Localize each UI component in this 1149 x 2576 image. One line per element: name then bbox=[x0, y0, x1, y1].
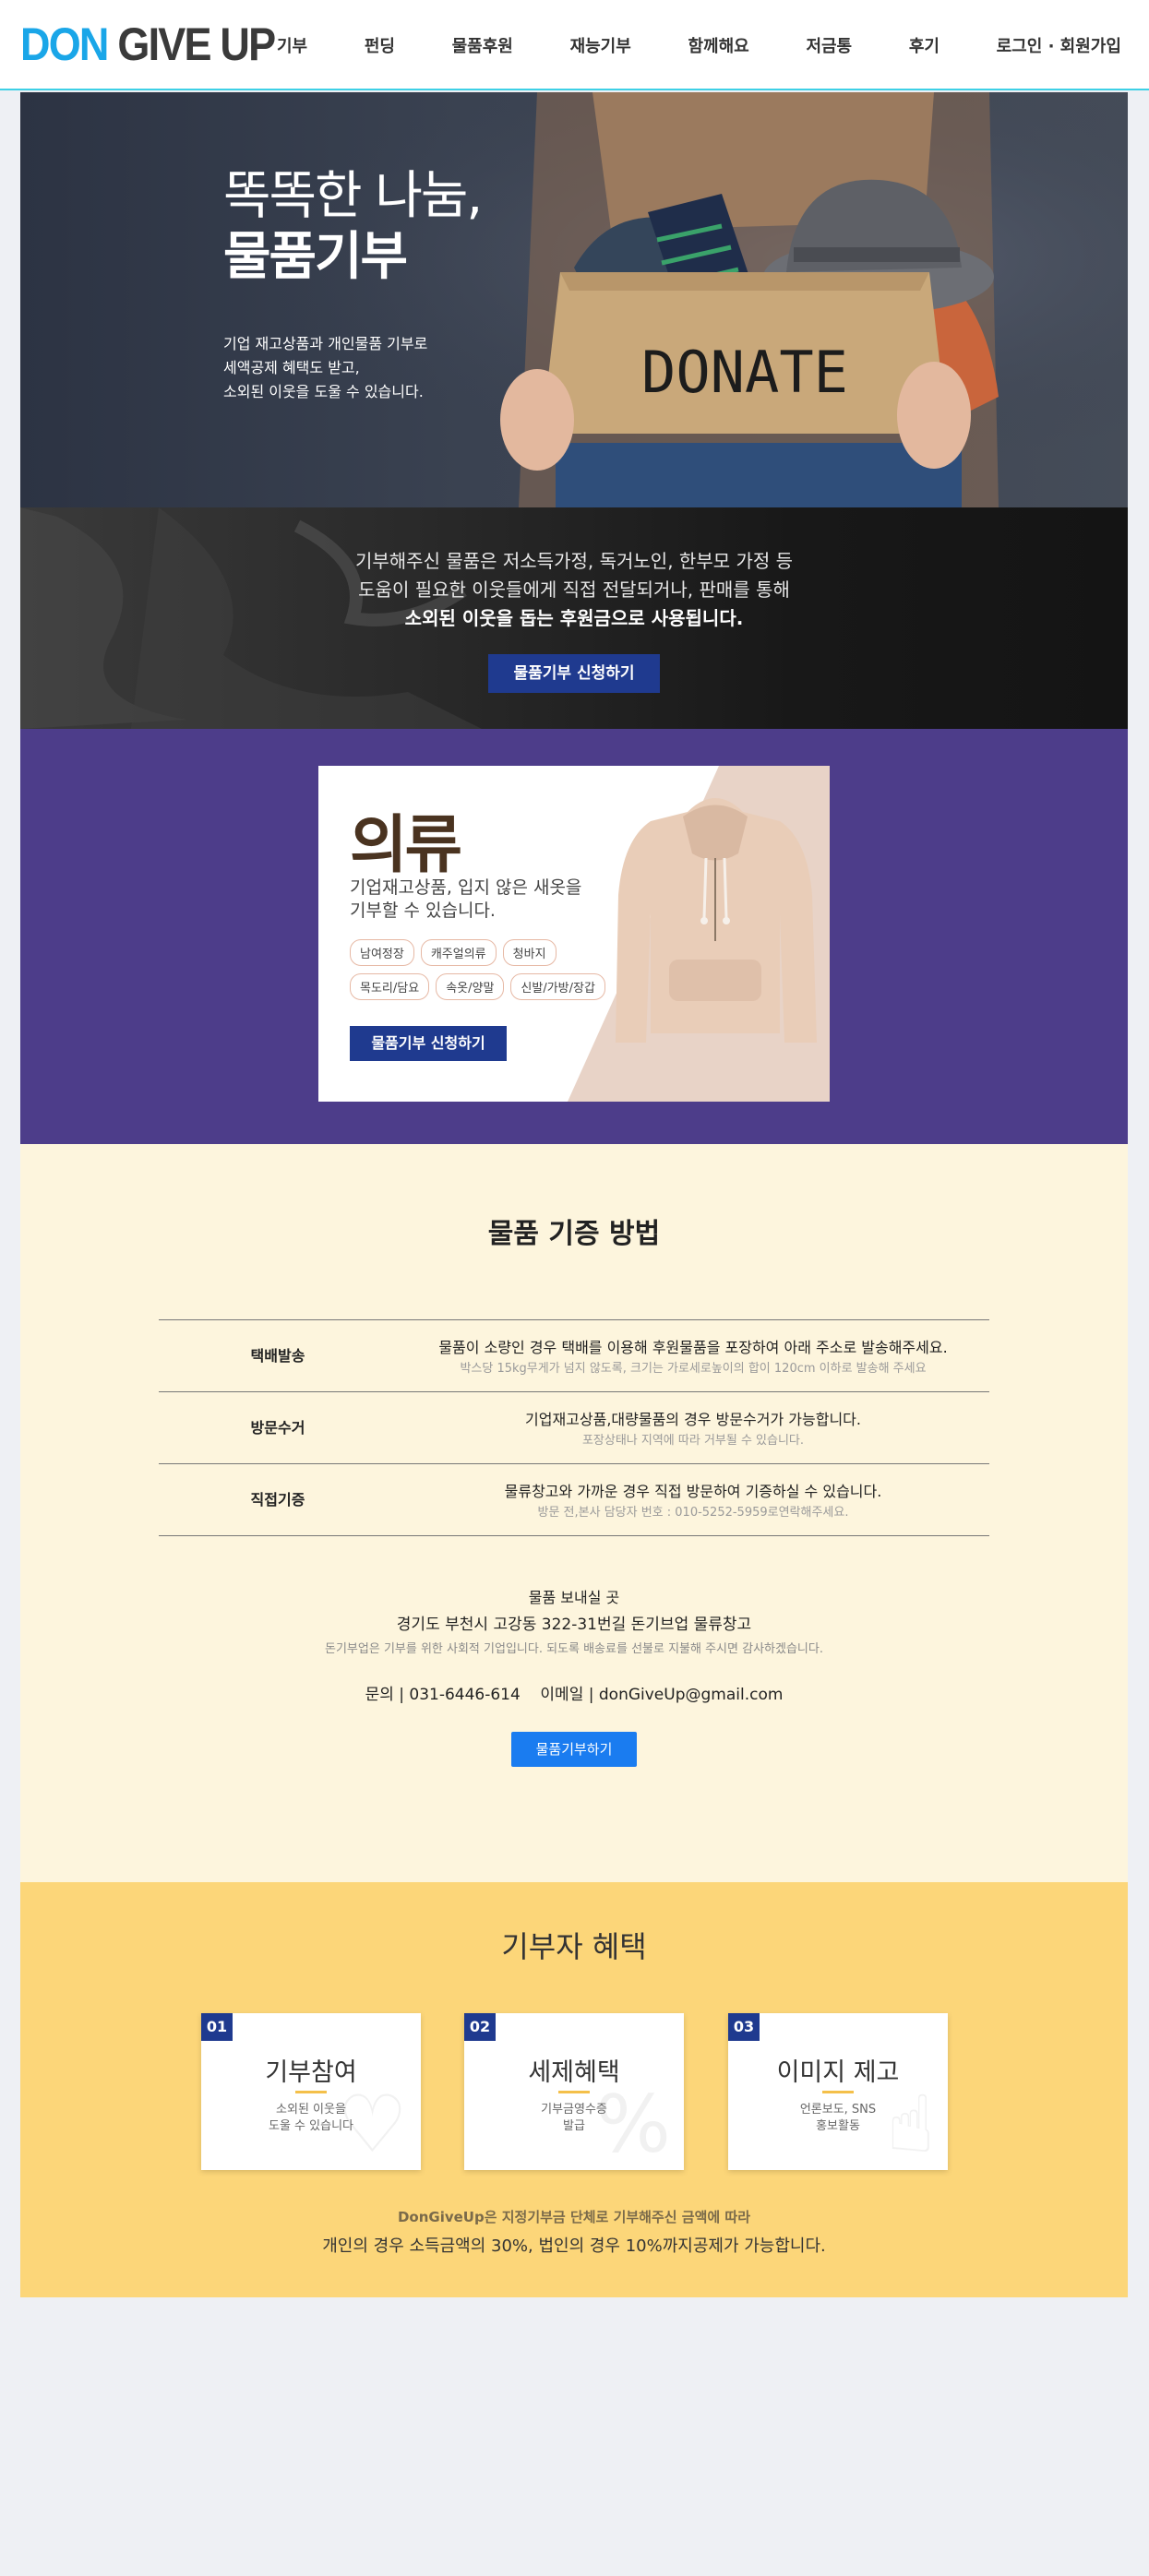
tag-scarf-blanket: 목도리/담요 bbox=[350, 973, 430, 1000]
benefit-underline bbox=[558, 2091, 590, 2093]
clothing-desc-line2: 기부할 수 있습니다. bbox=[350, 900, 496, 921]
hero-title-line2: 물품기부 bbox=[223, 227, 408, 287]
tag-suits: 남여정장 bbox=[350, 939, 414, 966]
benefit-card-tax: % 02 세제혜택 기부금영수증 발급 bbox=[464, 2013, 684, 2170]
benefit-underline bbox=[822, 2091, 854, 2093]
benefit-desc-line2: 홍보활동 bbox=[816, 2119, 860, 2133]
intro-section: 기부해주신 물품은 저소득가정, 독거노인, 한부모 가정 등 도움이 필요한 … bbox=[20, 507, 1128, 729]
address-title: 물품 보내실 곳 bbox=[528, 1589, 620, 1606]
hero-desc-line2: 세액공제 혜택도 받고, bbox=[223, 359, 360, 376]
nav-item-login[interactable]: 로그인 · 회원가입 bbox=[997, 33, 1121, 57]
nav-item-reviews[interactable]: 후기 bbox=[909, 33, 940, 57]
benefit-description: 소외된 이웃을 도울 수 있습니다 bbox=[201, 2102, 421, 2135]
method-sub-text: 박스당 15kg무게가 넘지 않도록, 크기는 가로세로높이의 합이 120cm… bbox=[460, 1362, 927, 1376]
benefit-card-image: ☝ 03 이미지 제고 언론보도, SNS 홍보활동 bbox=[728, 2013, 948, 2170]
method-label: 택배발송 bbox=[250, 1347, 305, 1365]
benefit-number: 01 bbox=[201, 2013, 233, 2041]
clothing-apply-button[interactable]: 물품기부 신청하기 bbox=[350, 1026, 507, 1061]
clothing-desc-line1: 기업재고상품, 입지 않은 새옷을 bbox=[350, 877, 582, 898]
benefit-title: 세제혜택 bbox=[528, 2058, 620, 2087]
clothing-description: 기업재고상품, 입지 않은 새옷을 기부할 수 있습니다. bbox=[350, 877, 599, 923]
donation-method-section: 물품 기증 방법 택배발송 물품이 소량인 경우 택배를 이용해 후원물품을 포… bbox=[20, 1144, 1128, 1882]
nav-item-funding[interactable]: 펀딩 bbox=[365, 33, 395, 57]
method-main-text: 물류창고와 가까운 경우 직접 방문하여 기증하실 수 있습니다. bbox=[504, 1483, 882, 1500]
intro-apply-button[interactable]: 물품기부 신청하기 bbox=[488, 654, 660, 693]
intro-text-line3: 소외된 이웃을 돕는 후원금으로 사용됩니다. bbox=[404, 607, 744, 629]
box-donate-text: DONATE bbox=[641, 339, 848, 406]
intro-text-line2: 도움이 필요한 이웃들에게 직접 전달되거나, 판매를 통해 bbox=[358, 578, 790, 601]
method-row-pickup: 방문수거 기업재고상품,대량물품의 경우 방문수거가 가능합니다. 포장상태나 … bbox=[159, 1392, 989, 1464]
hero-title: 똑똑한 나눔, 물품기부 bbox=[223, 166, 483, 288]
benefit-footer-line1: DonGiveUp은 지정기부금 단체로 기부해주신 금액에 따라 bbox=[397, 2209, 751, 2225]
logo-text-giveup: GIVE UP bbox=[117, 18, 276, 70]
hero-desc-line3: 소외된 이웃을 도울 수 있습니다. bbox=[223, 383, 424, 400]
benefit-desc-line1: 언론보도, SNS bbox=[799, 2103, 877, 2117]
benefit-card-participation: ♡ 01 기부참여 소외된 이웃을 도울 수 있습니다 bbox=[201, 2013, 421, 2170]
method-table: 택배발송 물품이 소량인 경우 택배를 이용해 후원물품을 포장하여 아래 주소… bbox=[159, 1319, 989, 1536]
main-nav: 기부 펀딩 물품후원 재능기부 함께해요 저금통 후기 로그인 · 회원가입 bbox=[277, 0, 1121, 90]
benefits-section: 기부자 혜택 ♡ 01 기부참여 소외된 이웃을 도울 수 있습니다 % 02 … bbox=[20, 1882, 1128, 2297]
method-label: 직접기증 bbox=[250, 1491, 305, 1509]
tag-jeans: 청바지 bbox=[502, 939, 557, 966]
benefit-underline bbox=[295, 2091, 327, 2093]
tag-underwear-socks: 속옷/양말 bbox=[436, 973, 505, 1000]
clothing-title: 의류 bbox=[350, 809, 462, 882]
tag-casual: 캐주얼의류 bbox=[420, 939, 497, 966]
nav-item-piggybank[interactable]: 저금통 bbox=[806, 33, 852, 57]
benefit-desc-line2: 발급 bbox=[563, 2119, 585, 2133]
method-label: 방문수거 bbox=[250, 1419, 305, 1437]
benefit-description: 기부금영수증 발급 bbox=[464, 2102, 684, 2135]
nav-item-donate[interactable]: 기부 bbox=[277, 33, 307, 57]
method-sub-text: 포장상태나 지역에 따라 거부될 수 있습니다. bbox=[581, 1434, 805, 1448]
contact-info: 문의 | 031-6446-614 이메일 | donGiveUp@gmail.… bbox=[365, 1686, 784, 1704]
site-logo[interactable]: DON GIVE UP bbox=[20, 18, 276, 70]
hero-description: 기업 재고상품과 개인물품 기부로 세액공제 혜택도 받고, 소외된 이웃을 도… bbox=[223, 332, 519, 404]
method-main-text: 물품이 소량인 경우 택배를 이용해 후원물품을 포장하여 아래 주소로 발송해… bbox=[438, 1339, 948, 1356]
address-text: 경기도 부천시 고강동 322-31번길 돈기브업 물류창고 bbox=[396, 1616, 752, 1634]
benefits-title: 기부자 혜택 bbox=[501, 1929, 647, 1964]
benefit-desc-line2: 도울 수 있습니다 bbox=[269, 2119, 353, 2133]
nav-item-together[interactable]: 함께해요 bbox=[688, 33, 749, 57]
benefit-number: 03 bbox=[728, 2013, 760, 2041]
site-header: DON GIVE UP 기부 펀딩 물품후원 재능기부 함께해요 저금통 후기 … bbox=[0, 0, 1149, 90]
benefit-footer-line2: 개인의 경우 소득금액의 30%, 법인의 경우 10%까지공제가 가능합니다. bbox=[322, 2236, 826, 2256]
benefit-title: 이미지 제고 bbox=[776, 2058, 900, 2087]
clothing-section: 의류 기업재고상품, 입지 않은 새옷을 기부할 수 있습니다. 남여정장 캐주… bbox=[20, 729, 1128, 1144]
benefit-description: 언론보도, SNS 홍보활동 bbox=[728, 2102, 948, 2135]
hero-desc-line1: 기업 재고상품과 개인물품 기부로 bbox=[223, 335, 428, 352]
method-main-text: 기업재고상품,대량물품의 경우 방문수거가 가능합니다. bbox=[525, 1411, 861, 1428]
clothing-tags: 남여정장 캐주얼의류 청바지 목도리/담요 속옷/양말 신발/가방/장갑 bbox=[350, 939, 627, 1000]
intro-text-line1: 기부해주신 물품은 저소득가정, 독거노인, 한부모 가정 등 bbox=[354, 550, 794, 572]
shipping-notice: 돈기부업은 기부를 위한 사회적 기업입니다. 되도록 배송료를 선불로 지불해… bbox=[325, 1642, 823, 1656]
nav-item-talent[interactable]: 재능기부 bbox=[570, 33, 631, 57]
nav-item-goods[interactable]: 물품후원 bbox=[452, 33, 513, 57]
method-row-direct: 직접기증 물류창고와 가까운 경우 직접 방문하여 기증하실 수 있습니다. 방… bbox=[159, 1464, 989, 1536]
benefit-number: 02 bbox=[464, 2013, 496, 2041]
benefit-desc-line1: 소외된 이웃을 bbox=[276, 2103, 346, 2117]
clothing-card: 의류 기업재고상품, 입지 않은 새옷을 기부할 수 있습니다. 남여정장 캐주… bbox=[318, 766, 830, 1102]
benefit-desc-line1: 기부금영수증 bbox=[541, 2103, 607, 2117]
hero-banner: DONATE 똑똑한 나눔, 물품기부 기업 재고상품과 개인물품 기부로 세액… bbox=[20, 92, 1128, 507]
hero-donate-illustration: DONATE bbox=[20, 92, 1128, 507]
hero-title-line1: 똑똑한 나눔, bbox=[223, 166, 483, 226]
benefit-title: 기부참여 bbox=[265, 2058, 357, 2087]
goods-donate-button[interactable]: 물품기부하기 bbox=[511, 1732, 637, 1767]
logo-text-don: DON bbox=[20, 18, 109, 70]
method-sub-text: 방문 전,본사 담당자 번호 : 010-5252-5959로연락해주세요. bbox=[537, 1506, 849, 1520]
method-title: 물품 기증 방법 bbox=[487, 1218, 661, 1250]
tag-shoes-bags-gloves: 신발/가방/장갑 bbox=[510, 973, 605, 1000]
method-row-delivery: 택배발송 물품이 소량인 경우 택배를 이용해 후원물품을 포장하여 아래 주소… bbox=[159, 1320, 989, 1392]
